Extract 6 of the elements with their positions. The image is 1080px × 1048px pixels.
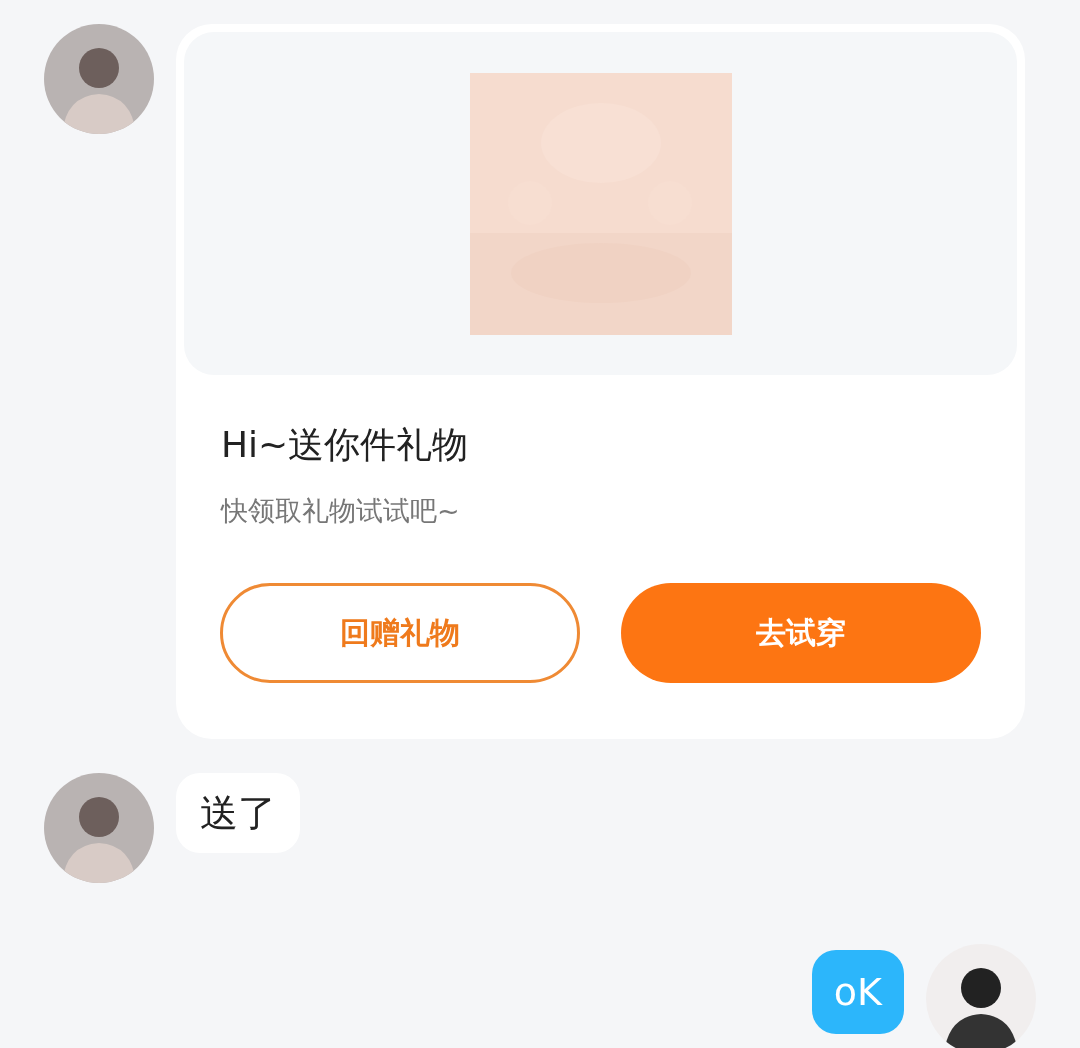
gift-subtitle: 快领取礼物试试吧~ [221,494,461,528]
message-bubble: oK [811,950,904,1034]
message-bubble: 送了 [176,773,300,853]
return-gift-button[interactable]: 回赠礼物 [220,583,580,683]
gift-title: Hi~送你件礼物 [221,423,470,467]
try-on-button[interactable]: 去试穿 [621,583,981,683]
